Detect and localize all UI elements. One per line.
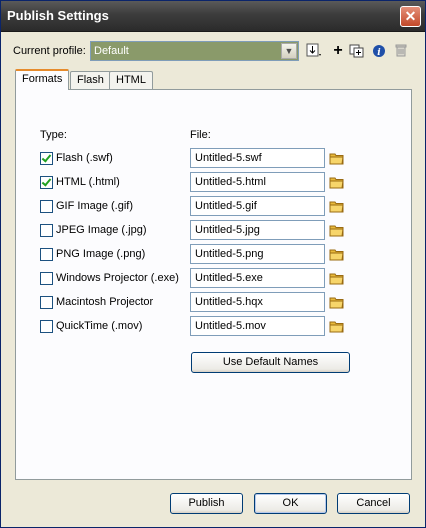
tab-formats[interactable]: Formats — [15, 69, 70, 90]
add-icon[interactable]: + — [329, 41, 347, 61]
folder-icon[interactable] — [329, 318, 345, 334]
current-profile-select[interactable]: Default ▼ — [90, 41, 299, 61]
format-file-input[interactable]: Untitled-5.swf — [190, 148, 325, 168]
info-icon[interactable]: i — [370, 41, 388, 61]
format-type-label: PNG Image (.png) — [56, 248, 146, 260]
folder-icon[interactable] — [329, 150, 345, 166]
format-checkbox[interactable] — [40, 248, 53, 261]
cancel-button[interactable]: Cancel — [337, 493, 410, 514]
format-checkbox[interactable] — [40, 224, 53, 237]
tab-html[interactable]: HTML — [109, 71, 153, 89]
format-row: JPEG Image (.jpg) Untitled-5.jpg — [16, 220, 411, 240]
format-checkbox[interactable] — [40, 152, 53, 165]
format-row: PNG Image (.png) Untitled-5.png — [16, 244, 411, 264]
format-checkbox[interactable] — [40, 200, 53, 213]
import-export-icon[interactable] — [305, 41, 323, 61]
folder-icon[interactable] — [329, 294, 345, 310]
format-checkbox[interactable] — [40, 320, 53, 333]
publish-button[interactable]: Publish — [170, 493, 243, 514]
svg-text:i: i — [377, 48, 381, 58]
format-file-input[interactable]: Untitled-5.png — [190, 244, 325, 264]
format-file-input[interactable]: Untitled-5.mov — [190, 316, 325, 336]
format-file-input[interactable]: Untitled-5.html — [190, 172, 325, 192]
format-row: Windows Projector (.exe) Untitled-5.exe — [16, 268, 411, 288]
use-default-names-button[interactable]: Use Default Names — [191, 352, 350, 373]
type-header: Type: — [40, 129, 67, 141]
folder-icon[interactable] — [329, 174, 345, 190]
format-type-label: Windows Projector (.exe) — [56, 272, 179, 284]
folder-icon[interactable] — [329, 246, 345, 262]
format-row: Flash (.swf) Untitled-5.swf — [16, 148, 411, 168]
format-row: QuickTime (.mov) Untitled-5.mov — [16, 316, 411, 336]
duplicate-icon[interactable] — [348, 41, 366, 61]
delete-icon[interactable] — [392, 41, 410, 61]
close-button[interactable]: ✕ — [400, 6, 421, 27]
format-type-label: Macintosh Projector — [56, 296, 154, 308]
format-type-label: HTML (.html) — [56, 176, 120, 188]
folder-icon[interactable] — [329, 198, 345, 214]
chevron-down-icon[interactable]: ▼ — [281, 43, 297, 59]
format-file-input[interactable]: Untitled-5.hqx — [190, 292, 325, 312]
format-file-input[interactable]: Untitled-5.jpg — [190, 220, 325, 240]
ok-button[interactable]: OK — [254, 493, 327, 514]
format-row: HTML (.html) Untitled-5.html — [16, 172, 411, 192]
current-profile-value: Default — [94, 45, 129, 57]
folder-icon[interactable] — [329, 222, 345, 238]
title-bar[interactable]: Publish Settings ✕ — [1, 1, 425, 32]
format-type-label: JPEG Image (.jpg) — [56, 224, 147, 236]
window-title: Publish Settings — [7, 8, 109, 23]
format-checkbox[interactable] — [40, 272, 53, 285]
formats-panel: Type: File: Flash (.swf) Untitled-5.swf HT… — [15, 89, 412, 480]
current-profile-label: Current profile: — [13, 45, 86, 57]
tab-flash[interactable]: Flash — [70, 71, 111, 89]
format-checkbox[interactable] — [40, 296, 53, 309]
file-header: File: — [190, 129, 211, 141]
format-type-label: QuickTime (.mov) — [56, 320, 143, 332]
format-checkbox[interactable] — [40, 176, 53, 189]
format-row: Macintosh Projector Untitled-5.hqx — [16, 292, 411, 312]
publish-settings-dialog: Publish Settings ✕ Current profile: Defa… — [0, 0, 426, 528]
folder-icon[interactable] — [329, 270, 345, 286]
format-type-label: GIF Image (.gif) — [56, 200, 134, 212]
format-row: GIF Image (.gif) Untitled-5.gif — [16, 196, 411, 216]
format-file-input[interactable]: Untitled-5.gif — [190, 196, 325, 216]
format-type-label: Flash (.swf) — [56, 152, 113, 164]
format-file-input[interactable]: Untitled-5.exe — [190, 268, 325, 288]
